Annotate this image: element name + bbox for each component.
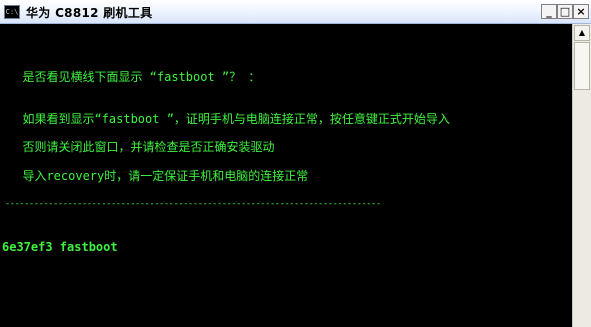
title-bar[interactable]: C:\ 华为 C8812 刷机工具 _ □ × (0, 0, 591, 24)
minimize-button[interactable]: _ (541, 4, 557, 19)
console-output[interactable]: 是否看见横线下面显示 “fastboot ”？ ： 如果看到显示“fastboo… (0, 24, 572, 327)
device-line: 6e37ef3 fastboot (2, 240, 118, 254)
window-title: 华为 C8812 刷机工具 (26, 6, 153, 20)
scrollbar-thumb[interactable] (574, 42, 590, 90)
prompt-line: 是否看见横线下面显示 “fastboot ”？ ： (8, 70, 261, 84)
separator-line: ----------------------------------------… (0, 199, 381, 209)
instruction-line: 否则请关闭此窗口，并请检查是否正确安装驱动 (8, 140, 275, 154)
console-icon[interactable]: C:\ (4, 5, 20, 19)
instruction-line: 如果看到显示“fastboot ”，证明手机与电脑连接正常，按任意键正式开始导入 (8, 112, 450, 126)
vertical-scrollbar[interactable]: ▲ (572, 24, 591, 327)
close-button[interactable]: × (573, 4, 589, 19)
console-window: C:\ 华为 C8812 刷机工具 _ □ × 是否看见横线下面显示 “fast… (0, 0, 591, 327)
instruction-line: 导入recovery时，请一定保证手机和电脑的连接正常 (8, 169, 309, 183)
maximize-button[interactable]: □ (557, 4, 573, 19)
scroll-up-arrow-icon[interactable]: ▲ (574, 25, 590, 41)
